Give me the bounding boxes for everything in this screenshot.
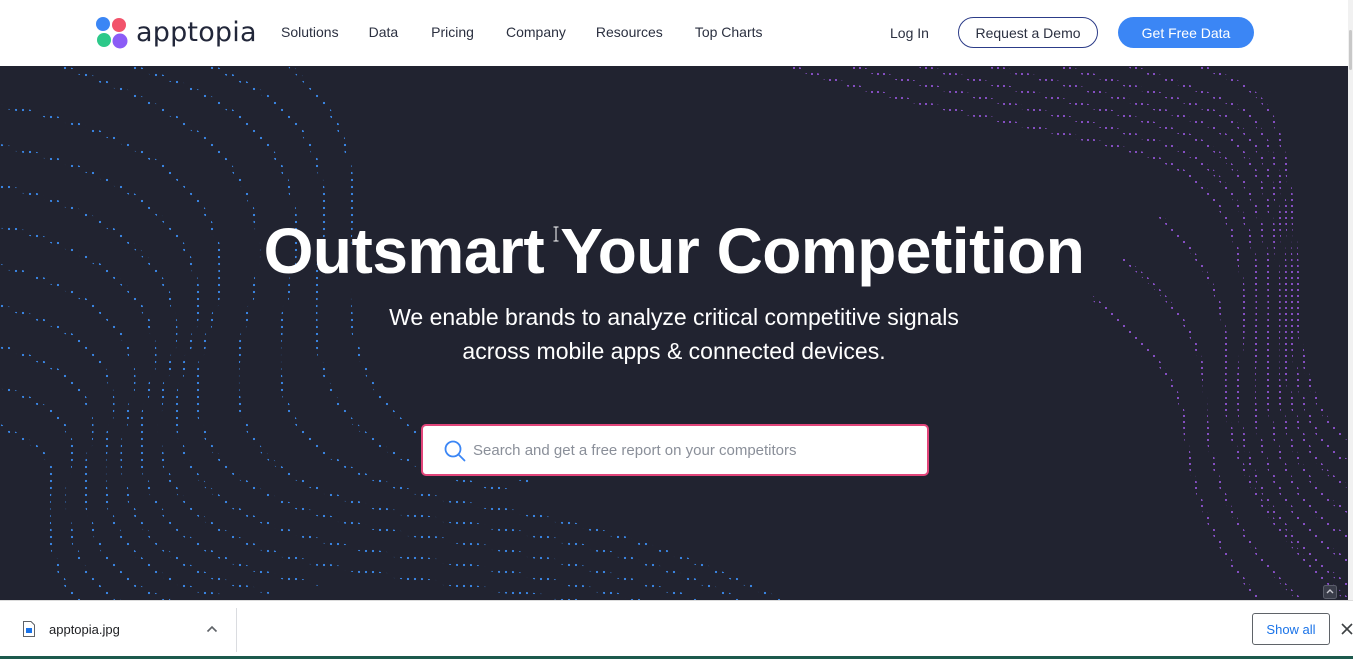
hero-title: Outsmart Your Competition bbox=[263, 215, 1085, 287]
apptopia-logo[interactable]: apptopia bbox=[95, 16, 257, 49]
competitor-search-box[interactable] bbox=[421, 424, 929, 476]
text-cursor-icon bbox=[553, 226, 559, 242]
download-file-name[interactable]: apptopia.jpg bbox=[49, 622, 120, 637]
login-link[interactable]: Log In bbox=[890, 25, 929, 41]
search-icon bbox=[444, 440, 466, 462]
request-demo-button[interactable]: Request a Demo bbox=[958, 17, 1098, 48]
competitor-search-input[interactable] bbox=[473, 434, 913, 466]
nav-item-resources[interactable]: Resources bbox=[596, 24, 663, 40]
close-icon[interactable] bbox=[1340, 622, 1353, 636]
nav-item-top-charts[interactable]: Top Charts bbox=[695, 24, 763, 40]
hero-section: Outsmart Your Competition We enable bran… bbox=[0, 66, 1348, 600]
get-free-data-button[interactable]: Get Free Data bbox=[1118, 17, 1254, 48]
site-header: apptopia Solutions Data Pricing Company … bbox=[0, 0, 1353, 66]
download-item-divider bbox=[236, 608, 237, 652]
hero-subtitle-line-1: We enable brands to analyze critical com… bbox=[389, 304, 959, 330]
hero-subtitle-line-2: across mobile apps & connected devices. bbox=[462, 338, 886, 364]
scroll-top-icon[interactable] bbox=[1323, 585, 1337, 599]
hero-subtitle: We enable brands to analyze critical com… bbox=[0, 300, 1348, 368]
apptopia-logo-mark-icon bbox=[96, 17, 128, 49]
nav-item-data[interactable]: Data bbox=[369, 24, 399, 40]
download-bar: apptopia.jpg Show all bbox=[0, 600, 1353, 659]
page-scrollbar-thumb[interactable] bbox=[1349, 30, 1352, 70]
image-file-icon bbox=[23, 621, 35, 637]
main-nav: Solutions Data Pricing Company Resources… bbox=[281, 24, 763, 40]
page-scrollbar[interactable] bbox=[1348, 0, 1353, 600]
nav-item-solutions[interactable]: Solutions bbox=[281, 24, 339, 40]
nav-item-company[interactable]: Company bbox=[506, 24, 566, 40]
show-all-downloads-button[interactable]: Show all bbox=[1252, 613, 1330, 645]
nav-item-pricing[interactable]: Pricing bbox=[431, 24, 474, 40]
logo-wordmark: apptopia bbox=[136, 17, 257, 48]
chevron-up-icon[interactable] bbox=[206, 624, 218, 634]
